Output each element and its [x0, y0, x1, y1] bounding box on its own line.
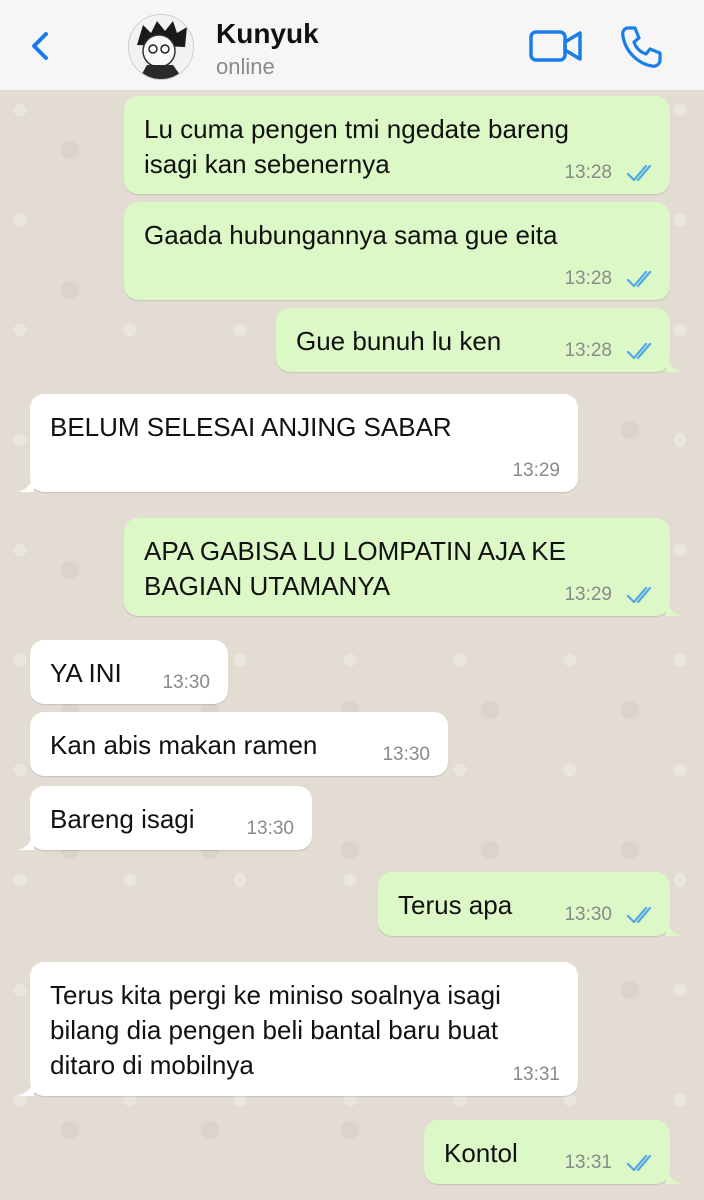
message-outgoing[interactable]: Kontol 13:31: [424, 1120, 682, 1184]
bubble-tail: [18, 832, 34, 850]
bubble-tail: [666, 918, 682, 936]
message-outgoing[interactable]: Gue bunuh lu ken 13:28: [276, 308, 682, 372]
message-text: Gue bunuh lu ken: [296, 326, 502, 356]
message-text: Lu cuma pengen tmi ngedate bareng isagi …: [144, 114, 569, 179]
double-check-icon: [626, 342, 652, 360]
avatar-image: [129, 15, 193, 79]
message-text: APA GABISA LU LOMPATIN AJA KE BAGIAN UTA…: [144, 536, 566, 601]
back-button[interactable]: [22, 26, 62, 66]
message-time: 13:30: [564, 904, 612, 925]
contact-name[interactable]: Kunyuk: [216, 18, 319, 50]
message-text: Kontol: [444, 1138, 518, 1168]
double-check-icon: [626, 164, 652, 182]
message-incoming[interactable]: Kan abis makan ramen 13:30: [30, 712, 448, 776]
message-text: BELUM SELESAI ANJING SABAR: [50, 412, 452, 442]
message-text: YA INI: [50, 658, 122, 688]
chevron-left-icon: [32, 32, 48, 60]
message-incoming[interactable]: Terus kita pergi ke miniso soalnya isagi…: [18, 962, 578, 1096]
bubble-tail: [18, 474, 34, 492]
contact-avatar[interactable]: [128, 14, 194, 80]
bubble-tail: [666, 598, 682, 616]
message-incoming[interactable]: YA INI 13:30: [30, 640, 228, 704]
message-outgoing[interactable]: APA GABISA LU LOMPATIN AJA KE BAGIAN UTA…: [124, 518, 682, 616]
phone-icon: [621, 26, 662, 68]
message-outgoing[interactable]: Gaada hubungannya sama gue eita 13:28: [124, 202, 670, 300]
message-time: 13:28: [564, 162, 612, 183]
bubble-tail: [18, 1078, 34, 1096]
message-time: 13:28: [564, 268, 612, 289]
message-time: 13:29: [564, 584, 612, 605]
double-check-icon: [626, 906, 652, 924]
message-text: Terus apa: [398, 890, 513, 920]
video-call-button[interactable]: [528, 26, 584, 66]
message-outgoing[interactable]: Terus apa 13:30: [378, 872, 682, 936]
double-check-icon: [626, 1154, 652, 1172]
message-incoming[interactable]: Bareng isagi 13:30: [18, 786, 312, 850]
voice-call-button[interactable]: [616, 22, 666, 72]
message-time: 13:30: [246, 818, 294, 839]
double-check-icon: [626, 270, 652, 288]
message-outgoing[interactable]: Lu cuma pengen tmi ngedate bareng isagi …: [124, 96, 670, 194]
chat-header: Kunyuk online: [0, 0, 704, 91]
message-text: Bareng isagi: [50, 804, 195, 834]
message-time: 13:31: [512, 1064, 560, 1085]
message-time: 13:28: [564, 340, 612, 361]
bubble-tail: [666, 354, 682, 372]
double-check-icon: [626, 586, 652, 604]
message-text: Gaada hubungannya sama gue eita: [144, 220, 558, 250]
bubble-tail: [666, 1166, 682, 1184]
message-text: Kan abis makan ramen: [50, 730, 318, 760]
message-time: 13:30: [382, 744, 430, 765]
message-incoming[interactable]: BELUM SELESAI ANJING SABAR 13:29: [18, 394, 578, 492]
contact-status: online: [216, 54, 275, 79]
video-camera-icon: [529, 30, 582, 62]
message-time: 13:30: [162, 672, 210, 693]
message-text: Terus kita pergi ke miniso soalnya isagi…: [50, 980, 501, 1080]
message-time: 13:31: [564, 1152, 612, 1173]
message-time: 13:29: [512, 460, 560, 481]
